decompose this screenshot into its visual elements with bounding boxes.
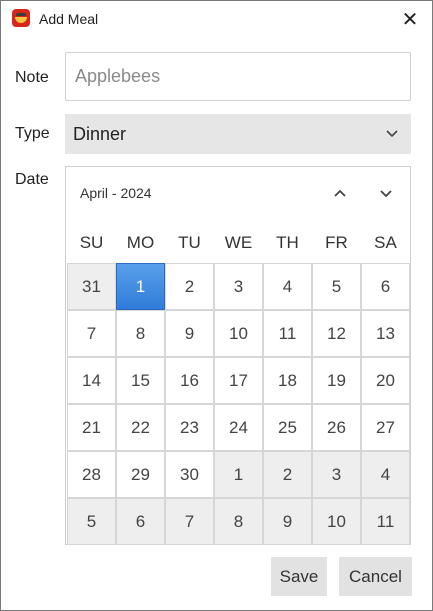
calendar-day[interactable]: 10: [214, 310, 263, 357]
calendar-day[interactable]: 7: [67, 310, 116, 357]
calendar-day-other-month[interactable]: 11: [361, 498, 410, 545]
window-title: Add Meal: [39, 11, 99, 27]
weekday-header: WE: [224, 233, 253, 252]
calendar-day-other-month[interactable]: 2: [263, 451, 312, 498]
calendar-day[interactable]: 26: [312, 404, 361, 451]
weekday-header: SU: [79, 233, 104, 252]
calendar-day-other-month[interactable]: 9: [263, 498, 312, 545]
type-dropdown[interactable]: Dinner: [65, 114, 411, 154]
calendar-day[interactable]: 24: [214, 404, 263, 451]
calendar-day-other-month[interactable]: 3: [312, 451, 361, 498]
calendar-day-selected[interactable]: 1: [116, 263, 165, 310]
weekday-header: SA: [374, 233, 397, 252]
calendar-day[interactable]: 2: [165, 263, 214, 310]
calendar-day[interactable]: 30: [165, 451, 214, 498]
calendar-day[interactable]: 19: [312, 357, 361, 404]
calendar-day[interactable]: 9: [165, 310, 214, 357]
calendar-day[interactable]: 17: [214, 357, 263, 404]
note-label: Note: [15, 69, 49, 86]
calendar-day[interactable]: 23: [165, 404, 214, 451]
calendar-day[interactable]: 13: [361, 310, 410, 357]
calendar-day[interactable]: 4: [263, 263, 312, 310]
calendar-day-other-month[interactable]: 6: [116, 498, 165, 545]
calendar-day-other-month[interactable]: 1: [214, 451, 263, 498]
weekday-header: MO: [126, 233, 155, 252]
calendar-day-other-month[interactable]: 5: [67, 498, 116, 545]
calendar-month-label: April - 2024: [80, 185, 152, 201]
calendar-day[interactable]: 20: [361, 357, 410, 404]
calendar-day[interactable]: 8: [116, 310, 165, 357]
calendar-day[interactable]: 11: [263, 310, 312, 357]
date-picker-calendar: April - 2024 SU MO TU WE TH FR SA 31 1 2 3 4 5 6 7 8 9 10…: [65, 166, 411, 545]
cancel-button[interactable]: Cancel: [339, 557, 412, 596]
calendar-day[interactable]: 25: [263, 404, 312, 451]
calendar-day-other-month[interactable]: 31: [67, 263, 116, 310]
weekday-header: TH: [276, 233, 299, 252]
note-input[interactable]: [65, 52, 411, 101]
calendar-day[interactable]: 14: [67, 357, 116, 404]
date-label: Date: [15, 171, 49, 188]
calendar-day[interactable]: 28: [67, 451, 116, 498]
add-meal-window: Add Meal ✕ Note Type Dinner Date April -…: [0, 0, 433, 611]
previous-month-button[interactable]: [328, 181, 352, 205]
calendar-day-other-month[interactable]: 10: [312, 498, 361, 545]
calendar-day-other-month[interactable]: 4: [361, 451, 410, 498]
close-button[interactable]: ✕: [396, 5, 424, 33]
next-month-button[interactable]: [374, 181, 398, 205]
calendar-day[interactable]: 21: [67, 404, 116, 451]
type-selected-value: Dinner: [73, 124, 127, 144]
calendar-day[interactable]: 18: [263, 357, 312, 404]
save-button[interactable]: Save: [271, 557, 327, 596]
weekday-header: TU: [178, 233, 201, 252]
calendar-day[interactable]: 3: [214, 263, 263, 310]
type-label: Type: [15, 125, 50, 142]
calendar-day[interactable]: 29: [116, 451, 165, 498]
title-bar: Add Meal ✕: [1, 1, 432, 37]
chevron-down-icon: [386, 130, 398, 138]
close-icon: ✕: [401, 8, 419, 31]
calendar-day[interactable]: 16: [165, 357, 214, 404]
calendar-day[interactable]: 12: [312, 310, 361, 357]
calendar-day[interactable]: 6: [361, 263, 410, 310]
calendar-day-other-month[interactable]: 8: [214, 498, 263, 545]
calendar-day[interactable]: 27: [361, 404, 410, 451]
calendar-day-other-month[interactable]: 7: [165, 498, 214, 545]
calendar-day[interactable]: 5: [312, 263, 361, 310]
calendar-day[interactable]: 22: [116, 404, 165, 451]
cooking-pot-icon: [12, 9, 30, 27]
weekday-header: FR: [325, 233, 348, 252]
calendar-day[interactable]: 15: [116, 357, 165, 404]
